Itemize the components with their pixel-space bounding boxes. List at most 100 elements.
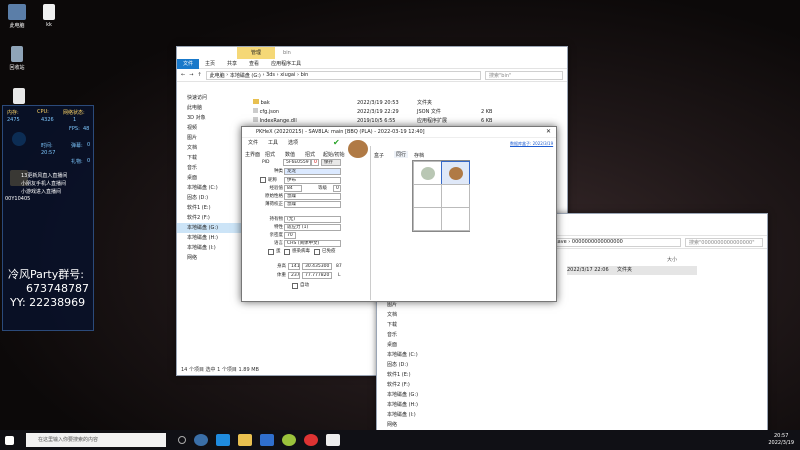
language-select[interactable]: CHS (简体中文) <box>284 240 341 247</box>
windows-start-icon[interactable] <box>5 435 14 445</box>
file-row[interactable]: cfg.json 2022/3/19 22:29 JSON 文件 2 KB <box>253 108 553 117</box>
weight-field[interactable]: 237 <box>288 272 300 279</box>
file-row[interactable]: bak 2022/3/19 20:53 文件夹 <box>253 99 553 108</box>
nav-item[interactable]: 网络 <box>177 253 245 263</box>
nav-item[interactable]: 快速访问 <box>177 93 245 103</box>
party-slot[interactable] <box>413 184 442 208</box>
nav-item[interactable]: 音乐 <box>377 330 445 340</box>
party-slot[interactable] <box>413 207 442 231</box>
species-select[interactable]: 龙龙 <box>284 168 341 175</box>
nav-item[interactable]: 网络 <box>377 420 445 430</box>
friendship-field[interactable]: 70 <box>284 232 296 239</box>
nav-item[interactable]: 固态 (D:) <box>177 193 245 203</box>
shiny-field[interactable]: 0 <box>311 159 319 166</box>
path-segment[interactable]: xiugai <box>280 72 295 78</box>
desktop-icon-file[interactable] <box>2 88 36 106</box>
party-slot[interactable] <box>441 161 470 185</box>
app-icon[interactable] <box>194 434 208 446</box>
edge-icon[interactable] <box>216 434 230 446</box>
app-icon[interactable] <box>260 434 274 446</box>
back-arrow-icon[interactable]: ← <box>181 72 185 78</box>
ribbon-file[interactable]: 文件 <box>177 58 200 69</box>
nav-item[interactable]: 文档 <box>177 143 245 153</box>
task-view-icon[interactable] <box>178 436 186 444</box>
app-icon[interactable] <box>304 434 318 446</box>
desktop-icon-this-pc[interactable]: 此电脑 <box>0 4 34 29</box>
path-segment[interactable]: bin <box>301 72 309 78</box>
exp-field[interactable]: 84 <box>284 185 302 192</box>
tab-origin[interactable]: 起始/初始 <box>323 151 345 158</box>
file-row[interactable]: 2022/3/17 22:06 文件夹 <box>567 266 697 275</box>
pkhex-icon[interactable] <box>326 434 340 446</box>
ribbon-share[interactable]: 共享 <box>221 60 243 67</box>
stat-nature-select[interactable]: 急躁 <box>284 201 341 208</box>
menu-options[interactable]: 选项 <box>288 139 298 146</box>
level-field[interactable]: 0 <box>333 185 341 192</box>
nav-item[interactable]: 软件1 (E:) <box>377 370 445 380</box>
ribbon-home[interactable]: 主页 <box>199 60 221 67</box>
auto-checkbox[interactable] <box>292 283 298 289</box>
ribbon-app-tools[interactable]: 应用程序工具 <box>265 60 307 67</box>
path-segment[interactable]: 此电脑 <box>210 72 225 79</box>
path-segment[interactable]: 0000000000000000 <box>572 239 623 245</box>
nav-item[interactable]: 桌面 <box>177 173 245 183</box>
tray-clock[interactable]: 20:57 2022/3/19 <box>768 433 794 447</box>
pid-button[interactable]: 保存 <box>321 159 341 166</box>
desktop-icon-recycle-bin[interactable]: 回收站 <box>0 46 34 71</box>
menu-tools[interactable]: 工具 <box>268 139 278 146</box>
nav-item[interactable]: 本地磁盘 (I:) <box>377 410 445 420</box>
tab-stats[interactable]: 数值 <box>285 151 295 158</box>
cured-checkbox[interactable] <box>314 249 320 255</box>
held-item-select[interactable]: (无) <box>284 216 341 223</box>
nav-item[interactable]: 软件1 (E:) <box>177 203 245 213</box>
taskbar-search[interactable]: 在这里输入你要搜索的内容 <box>26 433 166 447</box>
nickname-checkbox[interactable] <box>260 177 266 183</box>
party-slot[interactable] <box>413 161 442 185</box>
address-bar[interactable]: 此电脑 › 本地磁盘 (G:) › 3ds › xiugai › bin <box>205 70 481 80</box>
nav-item[interactable]: 本地磁盘 (I:) <box>177 243 245 253</box>
tab-manage[interactable]: 管理 <box>237 47 276 59</box>
save-check-icon[interactable]: ✔ <box>333 138 340 147</box>
height-cm-field[interactable]: 30.435300 <box>302 263 332 270</box>
nature-select[interactable]: 急躁 <box>284 193 341 200</box>
nav-item[interactable]: 图片 <box>177 133 245 143</box>
nav-item[interactable]: 桌面 <box>377 340 445 350</box>
nav-item[interactable]: 视频 <box>177 123 245 133</box>
close-icon[interactable]: ✕ <box>546 128 551 135</box>
col-size-header[interactable]: 大小 <box>667 256 677 263</box>
nav-item[interactable]: 此电脑 <box>177 103 245 113</box>
app-icon[interactable] <box>282 434 296 446</box>
nav-item[interactable]: 本地磁盘 (H:) <box>177 233 245 243</box>
box-tab-save[interactable]: 存档 <box>414 152 424 159</box>
nav-item[interactable]: 3D 对象 <box>177 113 245 123</box>
nav-item[interactable]: 本地磁盘 (G:) <box>377 390 445 400</box>
weight-kg-field[interactable]: 77.777820 <box>302 272 332 279</box>
box-tab-party[interactable]: 同行 <box>394 151 409 158</box>
menu-file[interactable]: 文件 <box>248 139 258 146</box>
egg-checkbox[interactable] <box>268 249 274 255</box>
nav-item[interactable]: 本地磁盘 (H:) <box>377 400 445 410</box>
nav-item[interactable]: 下载 <box>377 320 445 330</box>
box-tab-box[interactable]: 盒子 <box>374 152 384 159</box>
nav-item[interactable]: 软件2 (F:) <box>377 380 445 390</box>
nav-item[interactable]: 软件2 (F:) <box>177 213 245 223</box>
up-arrow-icon[interactable]: ↑ <box>197 72 201 78</box>
nav-item[interactable]: 下载 <box>177 153 245 163</box>
nav-item[interactable]: 文档 <box>377 310 445 320</box>
party-slot[interactable] <box>441 207 470 231</box>
file-row[interactable]: IndexRange.dll 2019/10/5 6:55 应用程序扩展 6 K… <box>253 117 553 126</box>
title-bar[interactable]: 管理 bin <box>177 47 567 59</box>
party-slot[interactable] <box>441 184 470 208</box>
box-link[interactable]: 数据库盒子: 2022/3/19 <box>510 141 553 147</box>
pid-field[interactable]: 5F6E0559 <box>283 159 311 166</box>
nav-item[interactable]: 固态 (D:) <box>377 360 445 370</box>
nickname-field[interactable]: 伊布 <box>284 177 341 184</box>
tab-main[interactable]: 主界面 <box>245 151 260 158</box>
path-segment[interactable]: 3ds <box>266 72 275 78</box>
nav-item[interactable]: 本地磁盘 (C:) <box>177 183 245 193</box>
nav-item[interactable]: 本地磁盘 (C:) <box>377 350 445 360</box>
search-input[interactable]: 搜索"0000000000000000" <box>685 237 763 247</box>
tab-moves[interactable]: 招式 <box>265 151 275 158</box>
ribbon-view[interactable]: 查看 <box>243 60 265 67</box>
search-input[interactable]: 搜索"bin" <box>485 70 563 80</box>
